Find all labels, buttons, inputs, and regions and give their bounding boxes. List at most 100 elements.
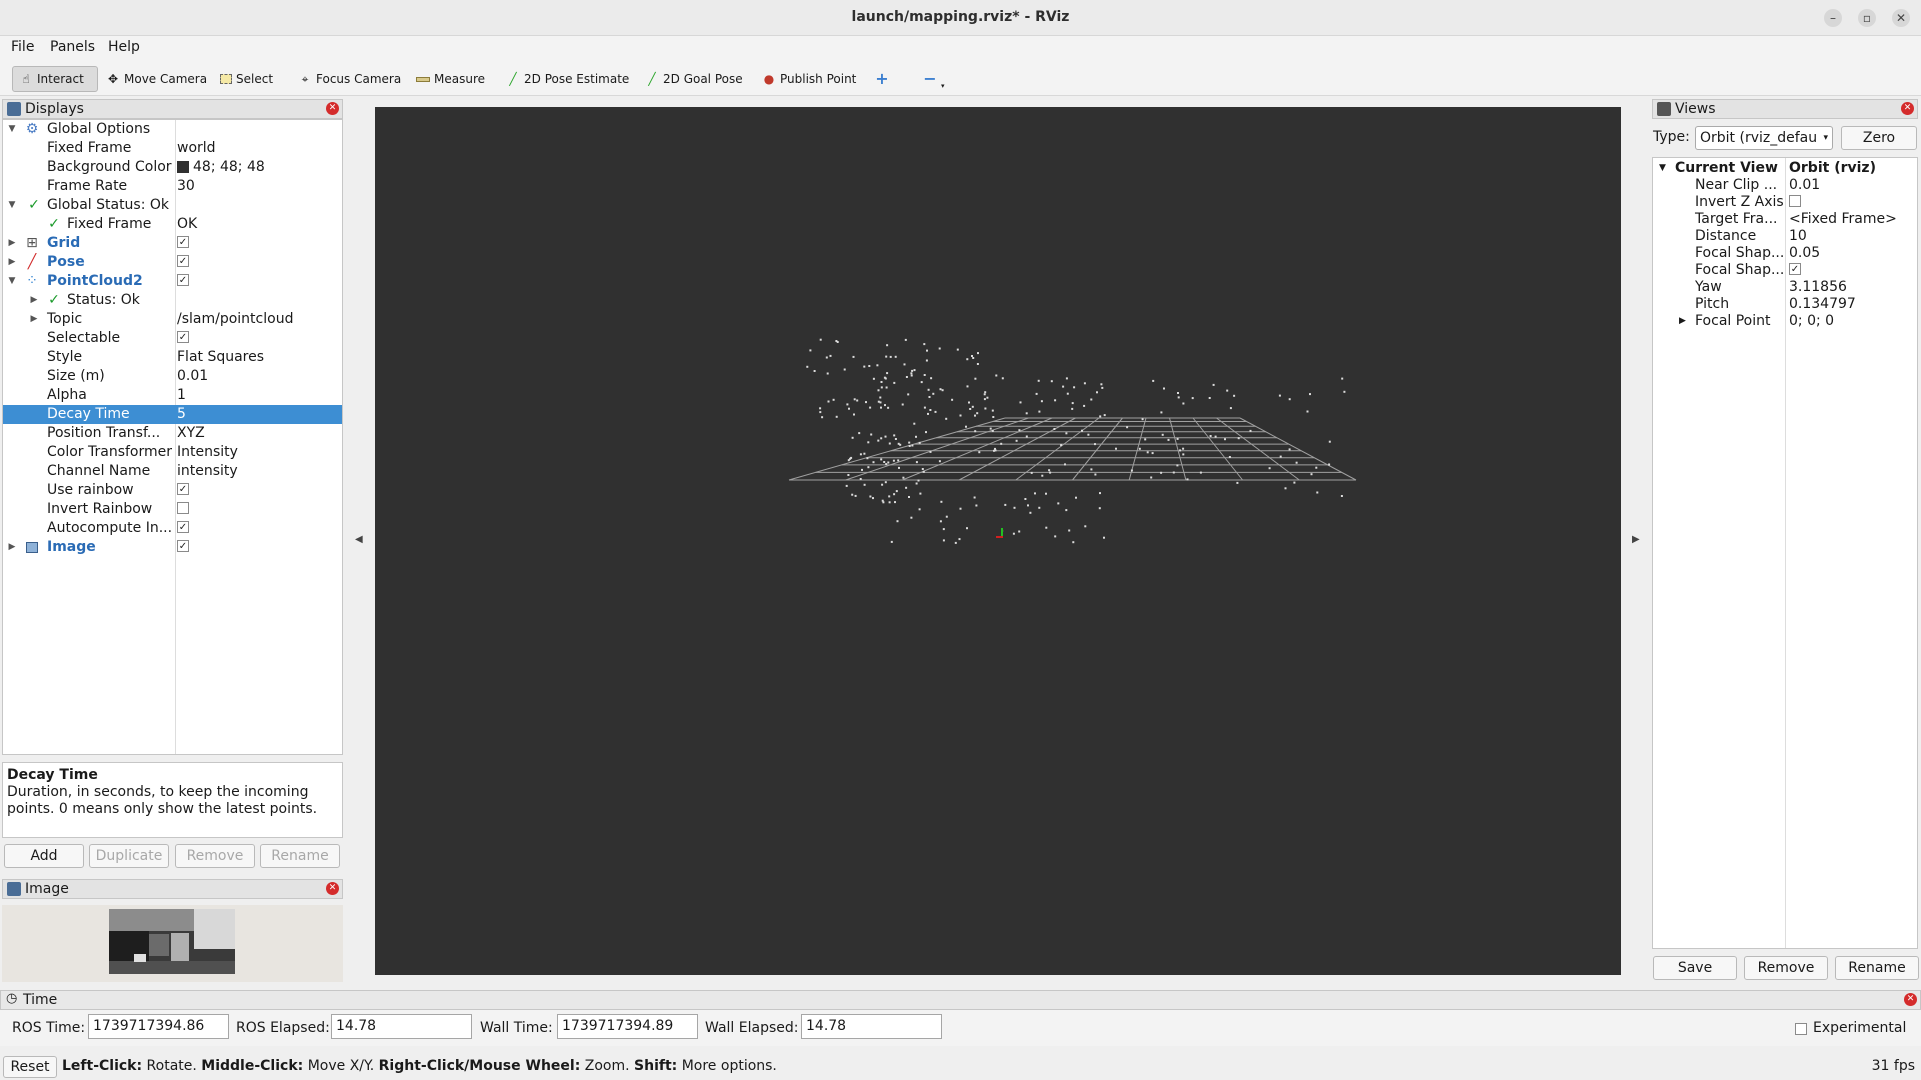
- tree-row-pitch[interactable]: Pitch 0.134797: [1653, 296, 1917, 313]
- chevron-right-icon[interactable]: ▶: [29, 291, 39, 310]
- checkbox[interactable]: ✓: [177, 521, 189, 533]
- tree-row-near-clip[interactable]: Near Clip ... 0.01: [1653, 177, 1917, 194]
- tree-row-global-options[interactable]: ▼ ⚙ Global Options: [3, 120, 342, 139]
- tree-row-invert-rainbow[interactable]: Invert Rainbow: [3, 500, 342, 519]
- row-value[interactable]: <Fixed Frame>: [1789, 211, 1897, 228]
- experimental-checkbox[interactable]: [1795, 1023, 1807, 1035]
- tree-row-frame-rate[interactable]: Frame Rate 30: [3, 177, 342, 196]
- collapse-left-arrow-icon[interactable]: ◀: [355, 534, 363, 545]
- row-value[interactable]: 30: [177, 177, 195, 196]
- row-value[interactable]: 0.134797: [1789, 296, 1856, 313]
- reset-button[interactable]: Reset: [3, 1056, 57, 1078]
- displays-tree[interactable]: ▼ ⚙ Global Options Fixed Frame world Bac…: [2, 119, 343, 755]
- close-window-button[interactable]: ✕: [1892, 9, 1910, 27]
- tree-row-decay-time[interactable]: Decay Time 5: [3, 405, 342, 424]
- focus-camera-tool-button[interactable]: ⌖ Focus Camera: [292, 66, 407, 92]
- row-value[interactable]: Flat Squares: [177, 348, 264, 367]
- pose-estimate-tool-button[interactable]: ╱ 2D Pose Estimate: [500, 66, 635, 92]
- tree-row-size[interactable]: Size (m) 0.01: [3, 367, 342, 386]
- chevron-down-icon[interactable]: ▼: [7, 196, 17, 215]
- row-value[interactable]: 10: [1789, 228, 1807, 245]
- publish-point-tool-button[interactable]: ● Publish Point: [756, 66, 862, 92]
- tree-row-focal-shape-size[interactable]: Focal Shap... 0.05: [1653, 245, 1917, 262]
- maximize-button[interactable]: ▫: [1858, 9, 1876, 27]
- tree-row-invert-z[interactable]: Invert Z Axis: [1653, 194, 1917, 211]
- tree-row-pose[interactable]: ▶ ╱ Pose ✓: [3, 253, 342, 272]
- ros-elapsed-field[interactable]: 14.78: [331, 1014, 472, 1039]
- wall-elapsed-field[interactable]: 14.78: [801, 1014, 942, 1039]
- tree-row-distance[interactable]: Distance 10: [1653, 228, 1917, 245]
- row-value[interactable]: 0; 0; 0: [1789, 313, 1834, 330]
- tree-row-target-frame[interactable]: Target Fra... <Fixed Frame>: [1653, 211, 1917, 228]
- tree-row-channel-name[interactable]: Channel Name intensity: [3, 462, 342, 481]
- row-value[interactable]: XYZ: [177, 424, 205, 443]
- wall-time-field[interactable]: 1739717394.89: [557, 1014, 698, 1039]
- chevron-down-icon[interactable]: ▼: [7, 272, 17, 291]
- tree-row-focal-point[interactable]: ▶ Focal Point 0; 0; 0: [1653, 313, 1917, 330]
- menu-help[interactable]: Help: [108, 39, 140, 55]
- move-camera-tool-button[interactable]: ✥ Move Camera: [100, 66, 213, 92]
- row-value[interactable]: /slam/pointcloud: [177, 310, 293, 329]
- remove-tool-button[interactable]: − ▾: [917, 66, 951, 92]
- chevron-down-icon[interactable]: ▼: [1659, 160, 1666, 177]
- tree-row-current-view[interactable]: ▼ Current View Orbit (rviz): [1653, 160, 1917, 177]
- tree-row-selectable[interactable]: Selectable ✓: [3, 329, 342, 348]
- tree-row-global-status[interactable]: ▼ ✓ Global Status: Ok: [3, 196, 342, 215]
- duplicate-display-button[interactable]: Duplicate: [89, 844, 169, 868]
- row-value[interactable]: 1: [177, 386, 186, 405]
- interact-tool-button[interactable]: ☝ Interact: [12, 66, 98, 92]
- chevron-right-icon[interactable]: ▶: [29, 310, 39, 329]
- row-value[interactable]: 3.11856: [1789, 279, 1847, 296]
- tree-row-position-transformer[interactable]: Position Transf... XYZ: [3, 424, 342, 443]
- close-icon[interactable]: ✕: [326, 882, 339, 895]
- tree-row-pointcloud2[interactable]: ▼ ⁘ PointCloud2 ✓: [3, 272, 342, 291]
- close-icon[interactable]: ✕: [1904, 993, 1917, 1006]
- tree-row-fixed-frame[interactable]: Fixed Frame world: [3, 139, 342, 158]
- zero-button[interactable]: Zero: [1841, 126, 1917, 150]
- tree-row-grid[interactable]: ▶ ⊞ Grid ✓: [3, 234, 342, 253]
- measure-tool-button[interactable]: Measure: [410, 66, 491, 92]
- tree-row-use-rainbow[interactable]: Use rainbow ✓: [3, 481, 342, 500]
- add-tool-button[interactable]: +: [869, 66, 895, 92]
- tree-row-autocompute[interactable]: Autocompute In... ✓: [3, 519, 342, 538]
- ros-time-field[interactable]: 1739717394.86: [88, 1014, 229, 1039]
- view-type-select[interactable]: Orbit (rviz_defau ▾: [1695, 126, 1833, 150]
- tree-row-alpha[interactable]: Alpha 1: [3, 386, 342, 405]
- tree-row-color-transformer[interactable]: Color Transformer Intensity: [3, 443, 342, 462]
- chevron-right-icon[interactable]: ▶: [7, 538, 17, 557]
- tree-row-background-color[interactable]: Background Color 48; 48; 48: [3, 158, 342, 177]
- menu-file[interactable]: File: [11, 39, 34, 55]
- row-value[interactable]: 0.05: [1789, 245, 1820, 262]
- checkbox[interactable]: ✓: [177, 331, 189, 343]
- checkbox[interactable]: ✓: [177, 540, 189, 552]
- checkbox[interactable]: [177, 502, 189, 514]
- select-tool-button[interactable]: Select: [214, 66, 279, 92]
- row-value[interactable]: 5: [177, 405, 186, 424]
- rename-view-button[interactable]: Rename: [1835, 956, 1919, 980]
- row-value[interactable]: world: [177, 139, 216, 158]
- menu-panels[interactable]: Panels: [50, 39, 95, 55]
- row-value[interactable]: Intensity: [177, 443, 238, 462]
- chevron-right-icon[interactable]: ▶: [1679, 313, 1686, 330]
- goal-pose-tool-button[interactable]: ╱ 2D Goal Pose: [639, 66, 749, 92]
- tree-row-image[interactable]: ▶ Image ✓: [3, 538, 342, 557]
- 3d-render-viewport[interactable]: [375, 107, 1621, 975]
- remove-display-button[interactable]: Remove: [175, 844, 255, 868]
- collapse-right-arrow-icon[interactable]: ▶: [1632, 534, 1640, 545]
- add-display-button[interactable]: Add: [4, 844, 84, 868]
- chevron-right-icon[interactable]: ▶: [7, 253, 17, 272]
- color-value[interactable]: 48; 48; 48: [177, 158, 265, 177]
- tree-row-yaw[interactable]: Yaw 3.11856: [1653, 279, 1917, 296]
- chevron-right-icon[interactable]: ▶: [7, 234, 17, 253]
- save-view-button[interactable]: Save: [1653, 956, 1737, 980]
- row-value[interactable]: 0.01: [177, 367, 208, 386]
- views-tree[interactable]: ▼ Current View Orbit (rviz) Near Clip ..…: [1652, 157, 1918, 949]
- tree-row-fixed-frame-status[interactable]: ✓ Fixed Frame OK: [3, 215, 342, 234]
- row-value[interactable]: 0.01: [1789, 177, 1820, 194]
- checkbox[interactable]: ✓: [177, 255, 189, 267]
- row-value[interactable]: intensity: [177, 462, 238, 481]
- checkbox[interactable]: ✓: [177, 483, 189, 495]
- tree-row-status-ok[interactable]: ▶ ✓ Status: Ok: [3, 291, 342, 310]
- tree-row-focal-shape-fixed[interactable]: Focal Shap... ✓: [1653, 262, 1917, 279]
- rename-display-button[interactable]: Rename: [260, 844, 340, 868]
